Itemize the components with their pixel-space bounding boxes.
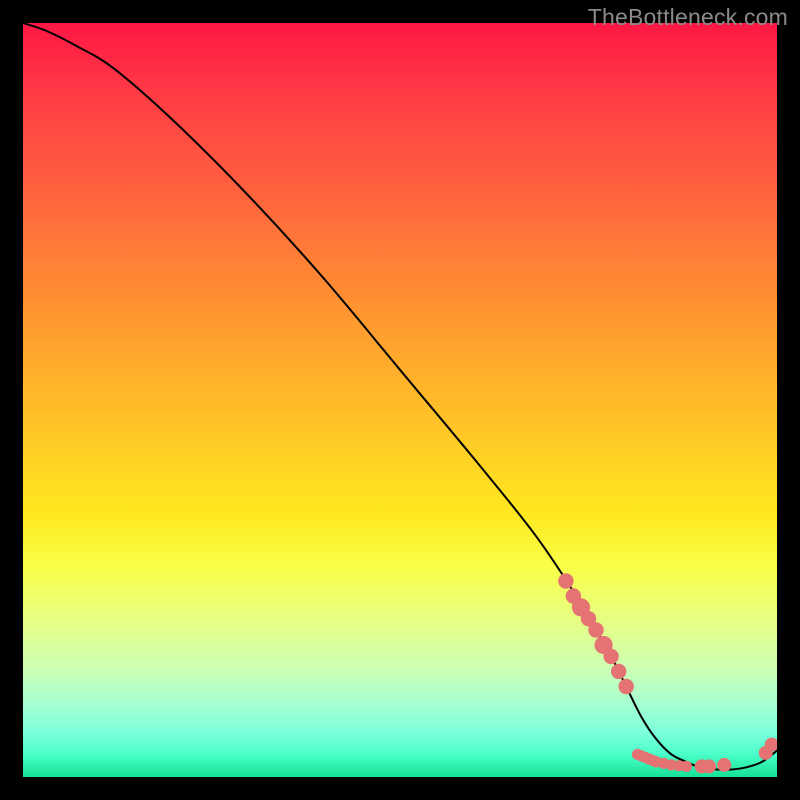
watermark: TheBottleneck.com	[588, 4, 788, 31]
data-point	[619, 679, 634, 694]
data-point	[611, 664, 626, 679]
data-point	[558, 573, 573, 588]
data-point	[603, 649, 618, 664]
chart-container: { "watermark": "TheBottleneck.com", "cha…	[0, 0, 800, 800]
data-point	[681, 761, 692, 772]
bottleneck-curve	[23, 23, 777, 770]
data-point	[702, 759, 716, 773]
data-point	[588, 622, 603, 637]
data-point	[717, 758, 731, 772]
chart-svg	[23, 23, 777, 777]
data-markers	[558, 573, 777, 773]
